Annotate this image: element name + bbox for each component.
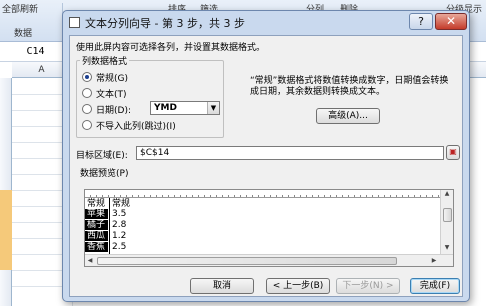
next-button[interactable]: 下一步(N) > <box>336 278 400 294</box>
preview-ruler <box>85 190 451 198</box>
radio-skip-label[interactable]: 不导入此列(跳过)(I) <box>96 119 176 132</box>
data-group-label: 数据 <box>14 29 33 39</box>
back-button[interactable]: < 上一步(B) <box>266 278 330 294</box>
dialog-body: 使用此屏内容可选择各列，并设置其数据格式。 列数据格式 常规(G) 文本(T) … <box>69 35 463 297</box>
preview-title: 数据预览(P) <box>80 169 129 179</box>
row-header[interactable] <box>0 126 12 142</box>
preview-cell: 西瓜 <box>85 231 108 241</box>
data-preview[interactable]: 常规 常规 苹果 3.5 橘子 2.8 西瓜 1.2 香蕉 2.5 ▲ ▼ ◀ … <box>84 189 454 267</box>
preview-horizontal-scrollbar[interactable]: ◀ ▶ <box>85 254 453 266</box>
finish-button[interactable]: 完成(F) <box>410 278 460 294</box>
preview-header-col2[interactable]: 常规 <box>110 199 440 209</box>
dialog-titlebar[interactable]: 文本分列向导 - 第 3 步，共 3 步 ? ✕ <box>63 11 469 35</box>
row-header[interactable] <box>0 142 12 158</box>
refresh-all-label[interactable]: 全部刷新 <box>2 2 38 15</box>
scroll-thumb[interactable] <box>443 208 452 222</box>
preview-cell: 香蕉 <box>85 242 108 252</box>
radio-text-label[interactable]: 文本(T) <box>96 87 127 100</box>
format-description: “常规”数据格式将数值转换成数字，日期值会转换成日期，其余数据则转换成文本。 <box>250 76 449 97</box>
preview-cell: 1.2 <box>112 231 127 241</box>
dialog-title: 文本分列向导 - 第 3 步，共 3 步 <box>85 17 245 30</box>
preview-vertical-scrollbar[interactable]: ▲ ▼ <box>440 190 453 254</box>
chevron-down-icon[interactable]: ▼ <box>207 102 219 114</box>
scroll-up-icon[interactable]: ▲ <box>441 190 453 200</box>
cancel-button[interactable]: 取消 <box>190 278 254 294</box>
row-header[interactable] <box>0 158 12 174</box>
preview-cell: 苹果 <box>85 209 108 219</box>
preview-cell: 橘子 <box>85 220 108 230</box>
row-header-selected[interactable] <box>0 190 12 206</box>
row-header[interactable] <box>0 78 12 94</box>
preview-cell: 3.5 <box>112 209 127 219</box>
collapse-dialog-icon[interactable]: ▣ <box>446 145 460 160</box>
row-header-selected[interactable] <box>0 222 12 238</box>
radio-general-label[interactable]: 常规(G) <box>96 71 128 84</box>
row-header-selected[interactable] <box>0 254 12 270</box>
help-button[interactable]: ? <box>409 13 433 30</box>
preview-cell: 2.8 <box>112 220 127 230</box>
row-header-selected[interactable] <box>0 206 12 222</box>
text-to-columns-dialog: 文本分列向导 - 第 3 步，共 3 步 ? ✕ 使用此屏内容可选择各列，并设置… <box>62 10 470 302</box>
row-header[interactable] <box>0 94 12 110</box>
destination-label: 目标区域(E): <box>76 151 128 161</box>
dialog-app-icon <box>69 17 80 28</box>
preview-cell: 2.5 <box>112 242 127 252</box>
destination-input[interactable]: $C$14 <box>136 146 444 160</box>
radio-text[interactable] <box>82 88 92 98</box>
instruction-text: 使用此屏内容可选择各列，并设置其数据格式。 <box>76 43 266 53</box>
scroll-left-icon[interactable]: ◀ <box>85 257 95 267</box>
date-format-value: YMD <box>154 103 177 113</box>
scroll-thumb[interactable] <box>97 257 397 265</box>
row-header-selected[interactable] <box>0 238 12 254</box>
date-format-select[interactable]: YMD ▼ <box>150 101 220 115</box>
preview-header-col1[interactable]: 常规 <box>85 199 109 209</box>
scroll-right-icon[interactable]: ▶ <box>429 257 439 267</box>
radio-skip[interactable] <box>82 120 92 130</box>
scroll-down-icon[interactable]: ▼ <box>441 244 453 254</box>
column-format-title: 列数据格式 <box>80 54 130 67</box>
radio-general[interactable] <box>82 72 92 82</box>
row-header[interactable] <box>0 110 12 126</box>
radio-date-label[interactable]: 日期(D): <box>96 103 131 116</box>
radio-date[interactable] <box>82 104 92 114</box>
close-button[interactable]: ✕ <box>435 13 467 30</box>
destination-value: $C$14 <box>140 148 170 158</box>
advanced-button[interactable]: 高级(A)... <box>316 108 380 124</box>
